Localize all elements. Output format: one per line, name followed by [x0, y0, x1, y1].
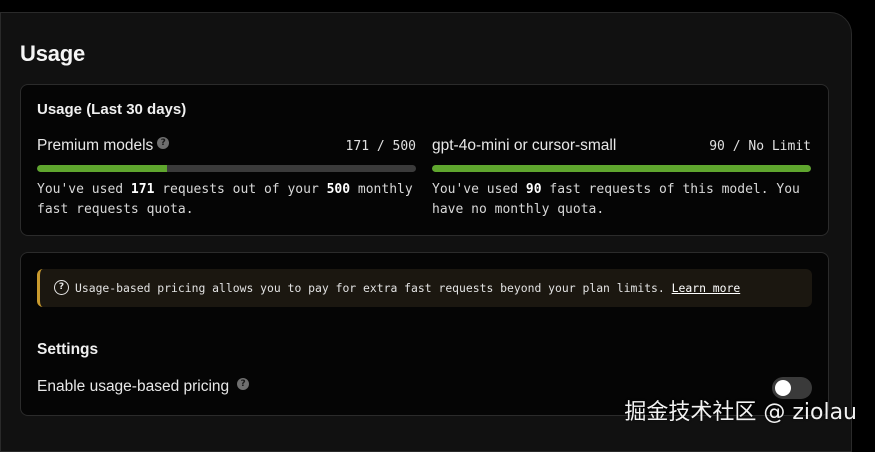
premium-progress-track [37, 165, 416, 172]
premium-progress-fill [37, 165, 167, 172]
settings-heading: Settings [37, 341, 98, 359]
mini-progress-track [432, 165, 811, 172]
help-icon[interactable]: ? [237, 378, 249, 390]
premium-usage-description: You've used 171 requests out of your 500… [37, 180, 416, 220]
usage-pricing-toggle-label: Enable usage-based pricing? [37, 378, 249, 396]
watermark: 掘金技术社区 @ ziolau [624, 394, 857, 426]
usage-card-title: Usage (Last 30 days) [37, 101, 186, 118]
mini-models-meter: gpt-4o-mini or cursor-small 90 / No Limi… [432, 137, 811, 220]
help-icon[interactable]: ? [157, 137, 169, 149]
usage-panel: Usage Usage (Last 30 days) Premium model… [0, 12, 852, 452]
usage-pricing-notice: ? Usage-based pricing allows you to pay … [37, 269, 812, 307]
mini-models-count: 90 / No Limit [709, 139, 811, 154]
mini-progress-fill [432, 165, 811, 172]
usage-pricing-card: ? Usage-based pricing allows you to pay … [20, 252, 829, 416]
premium-models-meter: Premium models? 171 / 500 You've used 17… [37, 137, 416, 220]
mini-usage-description: You've used 90 fast requests of this mod… [432, 180, 811, 220]
premium-models-count: 171 / 500 [346, 139, 416, 154]
notice-text: Usage-based pricing allows you to pay fo… [75, 281, 740, 295]
question-circle-icon: ? [54, 280, 69, 295]
usage-card: Usage (Last 30 days) Premium models? 171… [20, 84, 829, 236]
mini-models-label: gpt-4o-mini or cursor-small [432, 137, 616, 155]
premium-models-label: Premium models? [37, 137, 169, 155]
learn-more-link[interactable]: Learn more [672, 281, 741, 295]
page-title: Usage [20, 41, 85, 67]
